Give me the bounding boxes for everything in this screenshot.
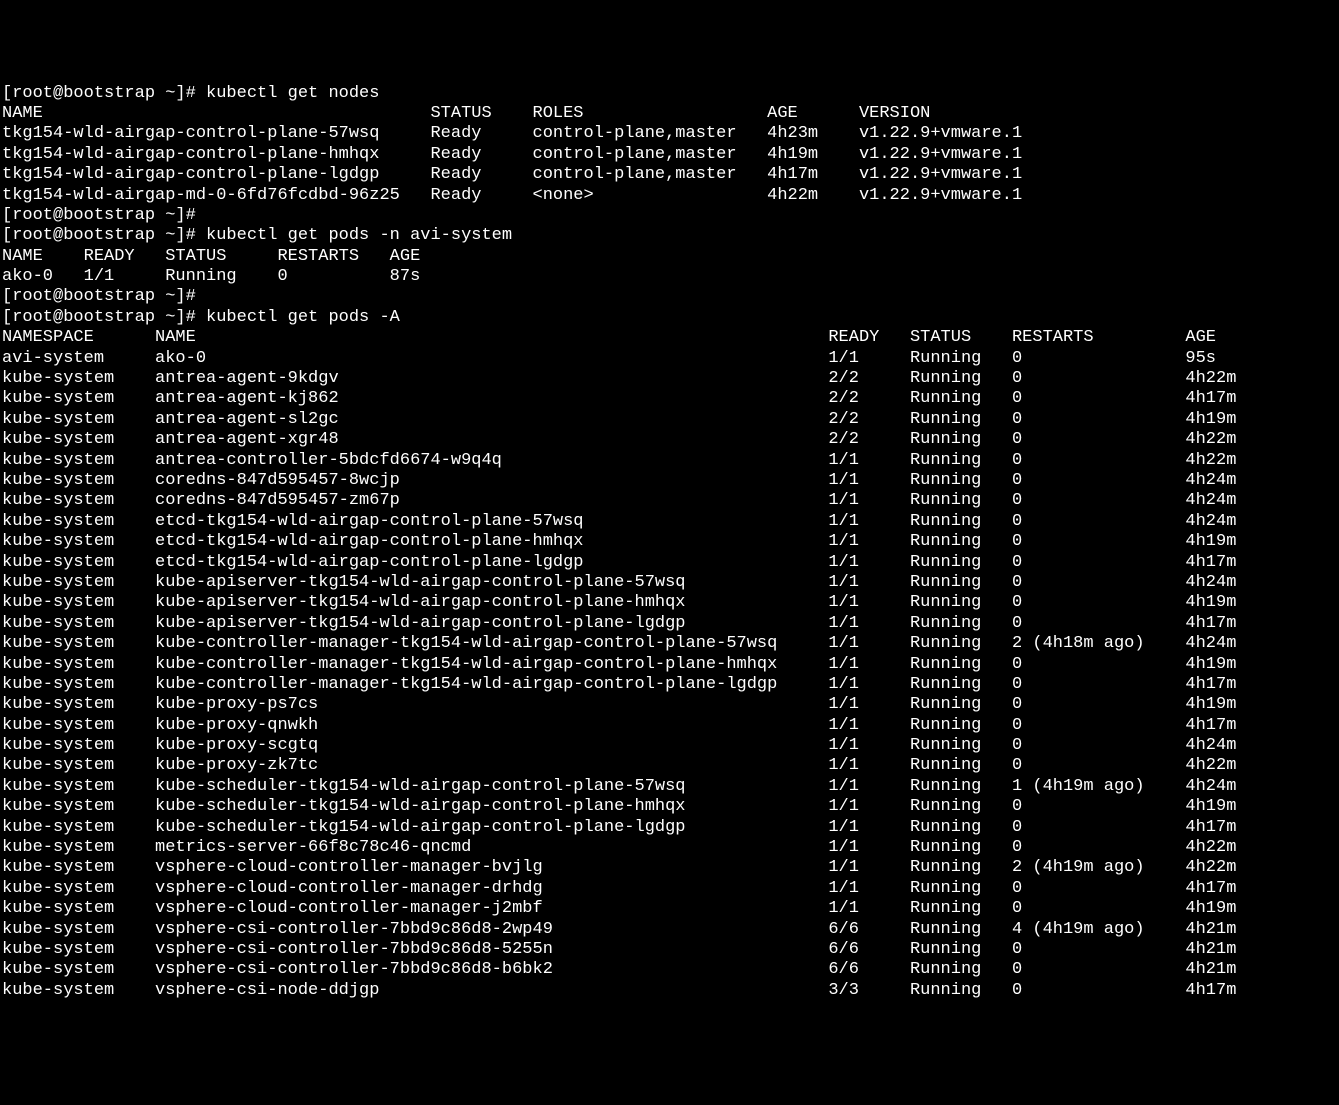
pod-row: kube-system kube-controller-manager-tkg1… [2,655,1337,675]
avi-header: NAME READY STATUS RESTARTS AGE [2,247,1337,267]
pod-row: kube-system vsphere-csi-node-ddjgp 3/3 R… [2,981,1337,1001]
pod-row: kube-system kube-apiserver-tkg154-wld-ai… [2,614,1337,634]
prompt-line: [root@bootstrap ~]# kubectl get pods -A [2,308,1337,328]
pod-row: kube-system kube-proxy-zk7tc 1/1 Running… [2,756,1337,776]
prompt-line: [root@bootstrap ~]# kubectl get pods -n … [2,226,1337,246]
pod-row: kube-system coredns-847d595457-8wcjp 1/1… [2,471,1337,491]
pod-row: avi-system ako-0 1/1 Running 0 95s [2,349,1337,369]
pod-row: kube-system kube-scheduler-tkg154-wld-ai… [2,818,1337,838]
pod-row: kube-system vsphere-cloud-controller-man… [2,858,1337,878]
pod-row: kube-system antrea-agent-9kdgv 2/2 Runni… [2,369,1337,389]
pod-row: kube-system antrea-agent-sl2gc 2/2 Runni… [2,410,1337,430]
avi-pod-row: ako-0 1/1 Running 0 87s [2,267,1337,287]
pod-row: kube-system kube-apiserver-tkg154-wld-ai… [2,573,1337,593]
prompt-line: [root@bootstrap ~]# [2,206,1337,226]
pod-row: kube-system vsphere-cloud-controller-man… [2,879,1337,899]
terminal-output[interactable]: [root@bootstrap ~]# kubectl get nodesNAM… [2,84,1337,1002]
pod-row: kube-system coredns-847d595457-zm67p 1/1… [2,491,1337,511]
pod-row: kube-system kube-proxy-ps7cs 1/1 Running… [2,695,1337,715]
pod-row: kube-system metrics-server-66f8c78c46-qn… [2,838,1337,858]
pod-row: kube-system kube-proxy-scgtq 1/1 Running… [2,736,1337,756]
pod-row: kube-system vsphere-csi-controller-7bbd9… [2,940,1337,960]
pod-row: kube-system kube-proxy-qnwkh 1/1 Running… [2,716,1337,736]
pod-row: kube-system kube-scheduler-tkg154-wld-ai… [2,797,1337,817]
pod-row: kube-system etcd-tkg154-wld-airgap-contr… [2,532,1337,552]
all-header: NAMESPACE NAME READY STATUS RESTARTS AGE [2,328,1337,348]
node-row: tkg154-wld-airgap-control-plane-hmhqx Re… [2,145,1337,165]
nodes-header: NAME STATUS ROLES AGE VERSION [2,104,1337,124]
pod-row: kube-system kube-controller-manager-tkg1… [2,634,1337,654]
pod-row: kube-system etcd-tkg154-wld-airgap-contr… [2,553,1337,573]
pod-row: kube-system vsphere-cloud-controller-man… [2,899,1337,919]
pod-row: kube-system vsphere-csi-controller-7bbd9… [2,960,1337,980]
pod-row: kube-system antrea-agent-kj862 2/2 Runni… [2,389,1337,409]
pod-row: kube-system kube-scheduler-tkg154-wld-ai… [2,777,1337,797]
prompt-line: [root@bootstrap ~]# [2,287,1337,307]
pod-row: kube-system vsphere-csi-controller-7bbd9… [2,920,1337,940]
pod-row: kube-system antrea-agent-xgr48 2/2 Runni… [2,430,1337,450]
pod-row: kube-system kube-controller-manager-tkg1… [2,675,1337,695]
node-row: tkg154-wld-airgap-control-plane-57wsq Re… [2,124,1337,144]
pod-row: kube-system antrea-controller-5bdcfd6674… [2,451,1337,471]
prompt-line: [root@bootstrap ~]# kubectl get nodes [2,84,1337,104]
pod-row: kube-system kube-apiserver-tkg154-wld-ai… [2,593,1337,613]
node-row: tkg154-wld-airgap-control-plane-lgdgp Re… [2,165,1337,185]
pod-row: kube-system etcd-tkg154-wld-airgap-contr… [2,512,1337,532]
node-row: tkg154-wld-airgap-md-0-6fd76fcdbd-96z25 … [2,186,1337,206]
